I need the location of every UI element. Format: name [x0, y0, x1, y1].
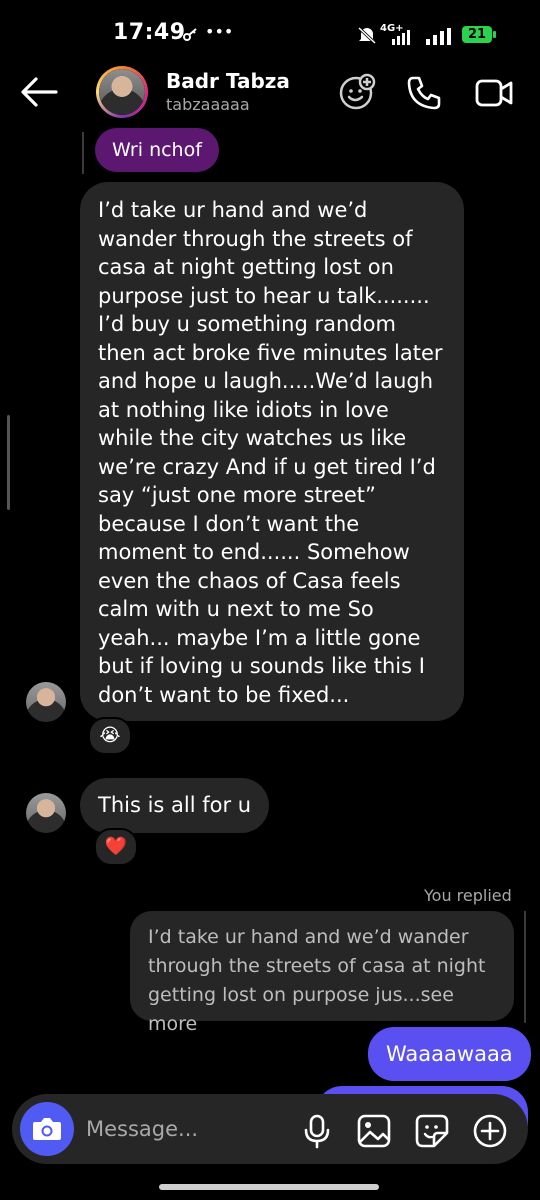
microphone-icon[interactable]	[302, 1113, 332, 1149]
reply-thread-line-right	[524, 911, 526, 1023]
reply-quote-preview[interactable]: I’d take ur hand and we’d wander through…	[130, 911, 514, 1035]
short-message-bubble[interactable]: This is all for u	[80, 778, 270, 833]
image-icon[interactable]	[356, 1113, 392, 1149]
back-arrow-icon[interactable]	[20, 76, 58, 108]
sender-avatar[interactable]	[26, 682, 66, 722]
message-input[interactable]: Message...	[86, 1117, 198, 1141]
plus-circle-icon[interactable]	[472, 1113, 508, 1149]
profile-avatar[interactable]	[96, 66, 148, 118]
signal-2-icon	[424, 28, 456, 45]
avatar-image	[99, 69, 145, 115]
contact-name[interactable]: Badr Tabza	[166, 69, 290, 93]
outgoing-message-bubble[interactable]: Waaaawaaa	[368, 1027, 531, 1081]
scrollbar[interactable]	[7, 415, 10, 510]
battery-tip	[493, 31, 496, 38]
face-effect-icon[interactable]	[338, 73, 376, 111]
camera-button[interactable]	[20, 1102, 74, 1156]
home-indicator[interactable]	[159, 1184, 379, 1190]
camera-icon	[33, 1118, 61, 1140]
contact-handle[interactable]: tabzaaaaa	[166, 95, 250, 114]
purple-message-chip[interactable]: Wri nchof	[95, 128, 219, 172]
reply-thread-line	[82, 132, 84, 174]
sticker-icon[interactable]	[414, 1113, 450, 1149]
crying-reaction[interactable]: 😭	[88, 717, 132, 755]
mute-icon	[357, 26, 377, 44]
sender-avatar-2[interactable]	[26, 793, 66, 833]
heart-reaction[interactable]: ❤️	[94, 828, 138, 866]
video-call-icon[interactable]	[474, 77, 514, 109]
battery-level: 21	[462, 26, 492, 43]
phone-icon[interactable]	[406, 75, 442, 111]
status-time: 17:49	[113, 20, 186, 45]
you-replied-label: You replied	[424, 886, 512, 905]
vpn-key-icon	[181, 26, 199, 44]
more-notifications-icon: •••	[205, 22, 234, 41]
long-message-bubble[interactable]: I’d take ur hand and we’d wander through…	[80, 182, 464, 721]
signal-1-icon	[382, 30, 412, 46]
